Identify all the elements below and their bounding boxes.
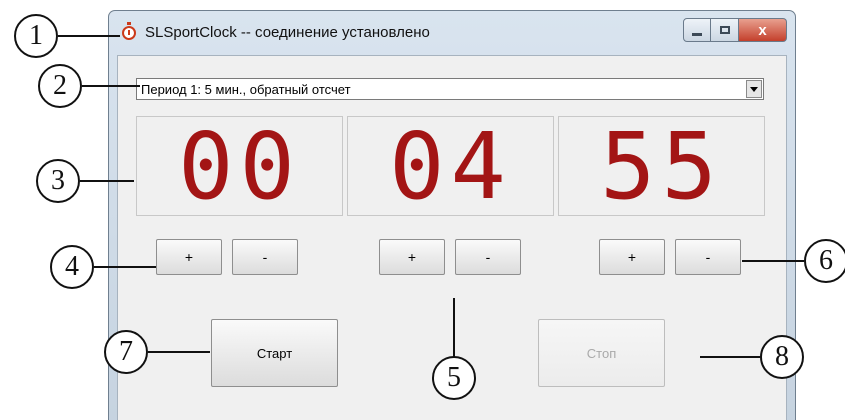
minutes-minus-button[interactable]: -: [455, 239, 521, 275]
callout-8: 8: [760, 335, 804, 379]
title-bar[interactable]: SLSportClock -- соединение установлено x: [109, 11, 795, 55]
callout-3: 3: [36, 159, 80, 203]
start-button[interactable]: Старт: [211, 319, 338, 387]
callout-7: 7: [104, 330, 148, 374]
callout-line-7: [148, 351, 210, 353]
chevron-down-icon: [750, 86, 758, 92]
callout-1: 1: [14, 14, 58, 58]
close-button[interactable]: x: [739, 18, 787, 42]
dropdown-button[interactable]: [746, 80, 762, 98]
minutes-plus-button[interactable]: +: [379, 239, 445, 275]
stop-button[interactable]: Стоп: [538, 319, 665, 387]
period-select[interactable]: Период 1: 5 мин., обратный отсчет: [136, 78, 764, 100]
period-select-value: Период 1: 5 мин., обратный отсчет: [141, 82, 351, 97]
callout-6: 6: [804, 239, 845, 283]
hours-minus-button[interactable]: -: [232, 239, 298, 275]
callout-2: 2: [38, 64, 82, 108]
hours-plus-button[interactable]: +: [156, 239, 222, 275]
window-title: SLSportClock -- соединение установлено: [145, 24, 430, 41]
callout-4: 4: [50, 245, 94, 289]
callout-line-6: [742, 260, 804, 262]
seconds-plus-button[interactable]: +: [599, 239, 665, 275]
seconds-display: 55: [558, 116, 765, 217]
callout-line-4: [94, 266, 156, 268]
callout-5: 5: [432, 356, 476, 400]
minimize-icon: [692, 32, 702, 36]
maximize-icon: [719, 26, 730, 34]
callout-line-5: [453, 298, 455, 358]
callout-line-3: [80, 180, 134, 182]
hours-display: 00: [136, 116, 343, 217]
close-icon: x: [758, 21, 767, 39]
maximize-button[interactable]: [711, 18, 739, 42]
callout-line-1: [58, 35, 120, 37]
minimize-button[interactable]: [683, 18, 711, 42]
stopwatch-icon: [122, 22, 136, 40]
callout-line-2: [82, 85, 140, 87]
minutes-display: 04: [347, 116, 554, 217]
callout-line-8: [700, 356, 760, 358]
window-controls: x: [683, 18, 787, 42]
seconds-minus-button[interactable]: -: [675, 239, 741, 275]
